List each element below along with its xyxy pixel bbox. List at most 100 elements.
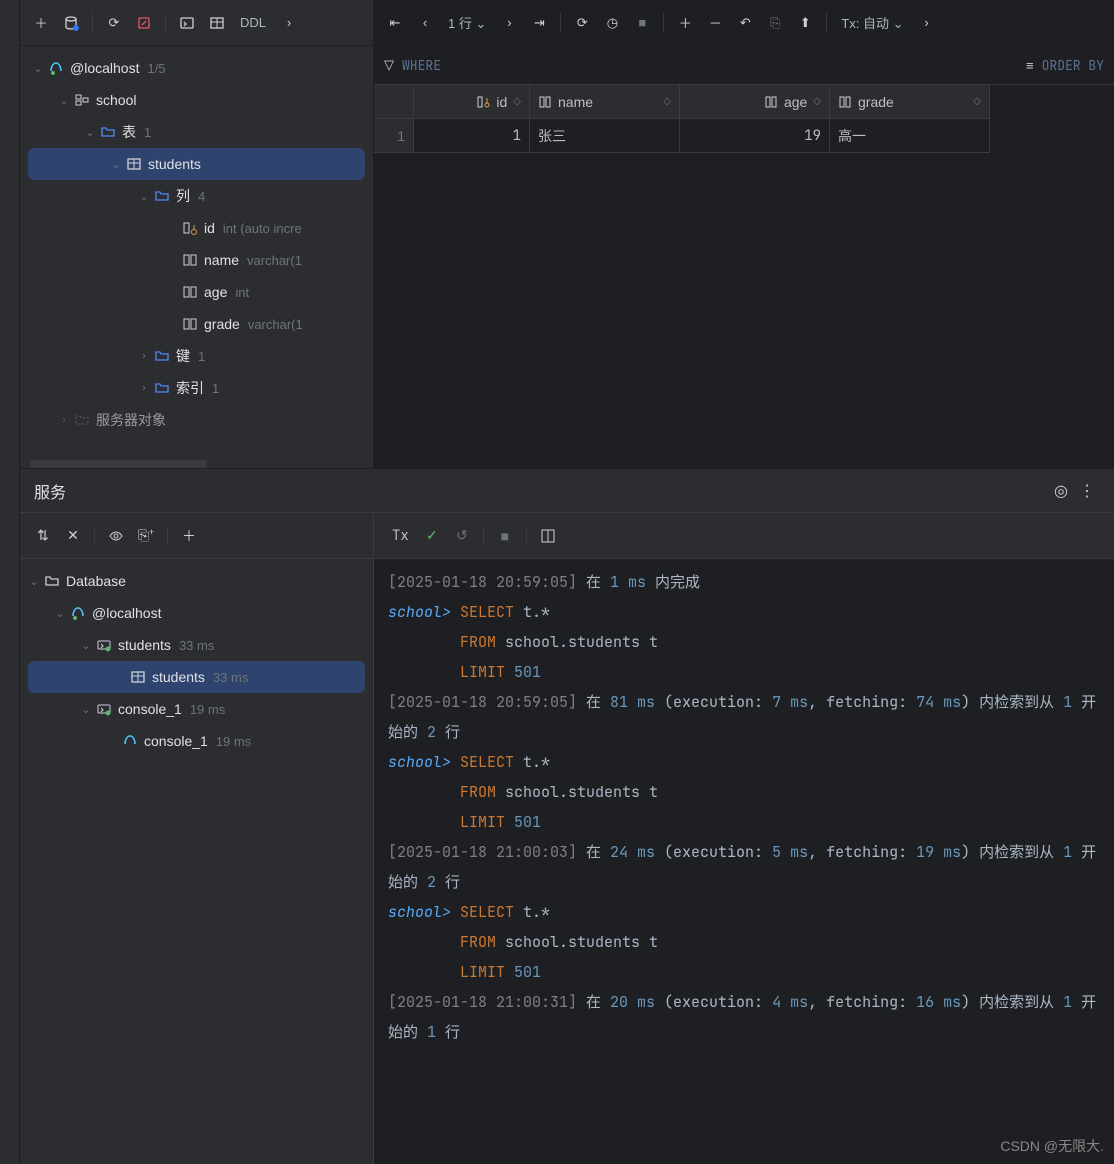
console-icon[interactable] bbox=[174, 10, 200, 36]
svc-group-students[interactable]: ⌄students33 ms bbox=[20, 629, 373, 661]
connection-label: @localhost bbox=[70, 60, 139, 76]
tree-column-age[interactable]: ageint bbox=[20, 276, 373, 308]
svc-g1-label: students bbox=[118, 637, 171, 653]
tree-table-students[interactable]: ⌄students bbox=[28, 148, 365, 180]
prev-page-icon[interactable]: ‹ bbox=[412, 10, 438, 36]
stop-button[interactable] bbox=[131, 10, 157, 36]
cell-grade[interactable]: 高一 bbox=[830, 119, 990, 153]
tx-mode[interactable]: Tx: 自动 ⌄ bbox=[835, 13, 909, 32]
tx-button[interactable]: Tx bbox=[386, 527, 415, 545]
clock-icon[interactable]: ◷ bbox=[599, 10, 625, 36]
table-label: students bbox=[148, 156, 201, 172]
rows-label[interactable]: 1 行 ⌄ bbox=[442, 13, 492, 32]
tree-column-id[interactable]: idint (auto incre bbox=[20, 212, 373, 244]
cell-age[interactable]: 19 bbox=[680, 119, 830, 153]
last-page-icon[interactable]: ⇥ bbox=[526, 10, 552, 36]
svc-g2-label: console_1 bbox=[118, 701, 182, 717]
services-title: 服务 bbox=[34, 479, 66, 503]
svc-i2-meta: 19 ms bbox=[216, 734, 251, 749]
idx-meta: 1 bbox=[212, 381, 219, 396]
col-header-grade[interactable]: grade◇ bbox=[830, 85, 990, 119]
target-icon[interactable]: ◎ bbox=[1048, 478, 1074, 504]
refresh-button[interactable]: ⟳ bbox=[101, 10, 127, 36]
keys-meta: 1 bbox=[198, 349, 205, 364]
more-icon[interactable]: ⋮ bbox=[1074, 478, 1100, 504]
stop-console-icon[interactable]: ■ bbox=[492, 523, 518, 549]
clone-row-icon[interactable]: ⎘ bbox=[762, 10, 788, 36]
filter-icon: ▽ bbox=[384, 57, 394, 73]
add-button[interactable]: ＋ bbox=[28, 10, 54, 36]
chevron-right-icon[interactable]: › bbox=[276, 10, 302, 36]
close-tab-icon[interactable]: ✕ bbox=[60, 523, 86, 549]
svc-i1-meta: 33 ms bbox=[213, 670, 248, 685]
col-name-meta: varchar(1 bbox=[247, 253, 302, 268]
datasource-icon[interactable] bbox=[58, 10, 84, 36]
watermark: CSDN @无限大. bbox=[1000, 1136, 1104, 1156]
layout-icon[interactable] bbox=[535, 523, 561, 549]
chevron-right-icon[interactable]: › bbox=[914, 10, 940, 36]
console-col: Tx ✓ ↺ ■ [2025-01-18 20:59:05] 在 1 ms 内完… bbox=[374, 513, 1114, 1164]
tree-indexes-folder[interactable]: ›索引1 bbox=[20, 372, 373, 404]
col-grade-meta: varchar(1 bbox=[248, 317, 303, 332]
col-header-age[interactable]: age◇ bbox=[680, 85, 830, 119]
data-toolbar: ⇤ ‹ 1 行 ⌄ › ⇥ ⟳ ◷ ■ ＋ － ↶ ⎘ ⬆ Tx: 自动 ⌄ › bbox=[374, 0, 1114, 46]
svc-i1-label: students bbox=[152, 669, 205, 685]
col-header-name[interactable]: name◇ bbox=[530, 85, 680, 119]
remove-row-icon[interactable]: － bbox=[702, 10, 728, 36]
submit-icon[interactable]: ⬆ bbox=[792, 10, 818, 36]
tree-connection[interactable]: ⌄@localhost1/5 bbox=[20, 52, 373, 84]
orderby-filter[interactable]: ≡ORDER BY bbox=[1026, 57, 1104, 74]
col-id-meta: int (auto incre bbox=[223, 221, 302, 236]
svc-group-console[interactable]: ⌄console_119 ms bbox=[20, 693, 373, 725]
console-toolbar: Tx ✓ ↺ ■ bbox=[374, 513, 1114, 559]
services-tree-col: ⇅ ✕ ⎘⁺ ＋ ⌄Database ⌄@localhost ⌄students… bbox=[20, 513, 374, 1164]
svc-item-console[interactable]: console_119 ms bbox=[20, 725, 373, 757]
expand-collapse-icon[interactable]: ⇅ bbox=[30, 523, 56, 549]
new-session-icon[interactable]: ⎘⁺ bbox=[133, 523, 159, 549]
tables-label: 表 bbox=[122, 122, 136, 142]
tree-tables-folder[interactable]: ⌄表1 bbox=[20, 116, 373, 148]
commit-icon[interactable]: ✓ bbox=[419, 523, 445, 549]
services-title-bar: 服务 ◎ ⋮ bbox=[20, 468, 1114, 512]
tables-meta: 1 bbox=[144, 125, 151, 140]
data-view-panel: ⇤ ‹ 1 行 ⌄ › ⇥ ⟳ ◷ ■ ＋ － ↶ ⎘ ⬆ Tx: 自动 ⌄ ›… bbox=[374, 0, 1114, 468]
table-icon[interactable] bbox=[204, 10, 230, 36]
filter-bar: ▽ WHERE ≡ORDER BY bbox=[374, 46, 1114, 84]
cols-label: 列 bbox=[176, 186, 190, 206]
reload-icon[interactable]: ⟳ bbox=[569, 10, 595, 36]
svc-root-label: Database bbox=[66, 573, 126, 589]
where-label: WHERE bbox=[402, 57, 441, 74]
next-page-icon[interactable]: › bbox=[496, 10, 522, 36]
col-age-label: age bbox=[204, 284, 227, 300]
tree-keys-folder[interactable]: ›键1 bbox=[20, 340, 373, 372]
orderby-label: ORDER BY bbox=[1042, 57, 1104, 74]
table-row[interactable]: 1 1 张三 19 高一 bbox=[374, 119, 1114, 153]
add-row-icon[interactable]: ＋ bbox=[672, 10, 698, 36]
svc-g1-meta: 33 ms bbox=[179, 638, 214, 653]
plus-icon[interactable]: ＋ bbox=[176, 523, 202, 549]
eye-icon[interactable] bbox=[103, 523, 129, 549]
tree-schema[interactable]: ⌄school bbox=[20, 84, 373, 116]
first-page-icon[interactable]: ⇤ bbox=[382, 10, 408, 36]
svc-root[interactable]: ⌄Database bbox=[20, 565, 373, 597]
tree-column-grade[interactable]: gradevarchar(1 bbox=[20, 308, 373, 340]
idx-label: 索引 bbox=[176, 378, 204, 398]
svc-item-students[interactable]: students 33 ms bbox=[28, 661, 365, 693]
stop-query-icon[interactable]: ■ bbox=[629, 10, 655, 36]
console-output[interactable]: [2025-01-18 20:59:05] 在 1 ms 内完成school> … bbox=[374, 559, 1114, 1164]
rollback-icon[interactable]: ↺ bbox=[449, 523, 475, 549]
cell-name[interactable]: 张三 bbox=[530, 119, 680, 153]
tree-column-name[interactable]: name varchar(1 bbox=[20, 244, 373, 276]
horizontal-scrollbar[interactable] bbox=[30, 460, 207, 468]
svc-connection[interactable]: ⌄@localhost bbox=[20, 597, 373, 629]
revert-icon[interactable]: ↶ bbox=[732, 10, 758, 36]
cell-id[interactable]: 1 bbox=[414, 119, 530, 153]
srvobj-label: 服务器对象 bbox=[96, 410, 166, 430]
where-filter[interactable]: ▽ WHERE bbox=[384, 57, 441, 74]
db-toolbar: ＋ ⟳ DDL › bbox=[20, 0, 373, 46]
col-name-label: name bbox=[204, 252, 239, 268]
tree-columns-folder[interactable]: ⌄列4 bbox=[20, 180, 373, 212]
tree-server-objects[interactable]: ›服务器对象 bbox=[20, 404, 373, 436]
col-header-id[interactable]: id◇ bbox=[414, 85, 530, 119]
ddl-button[interactable]: DDL bbox=[234, 15, 272, 30]
